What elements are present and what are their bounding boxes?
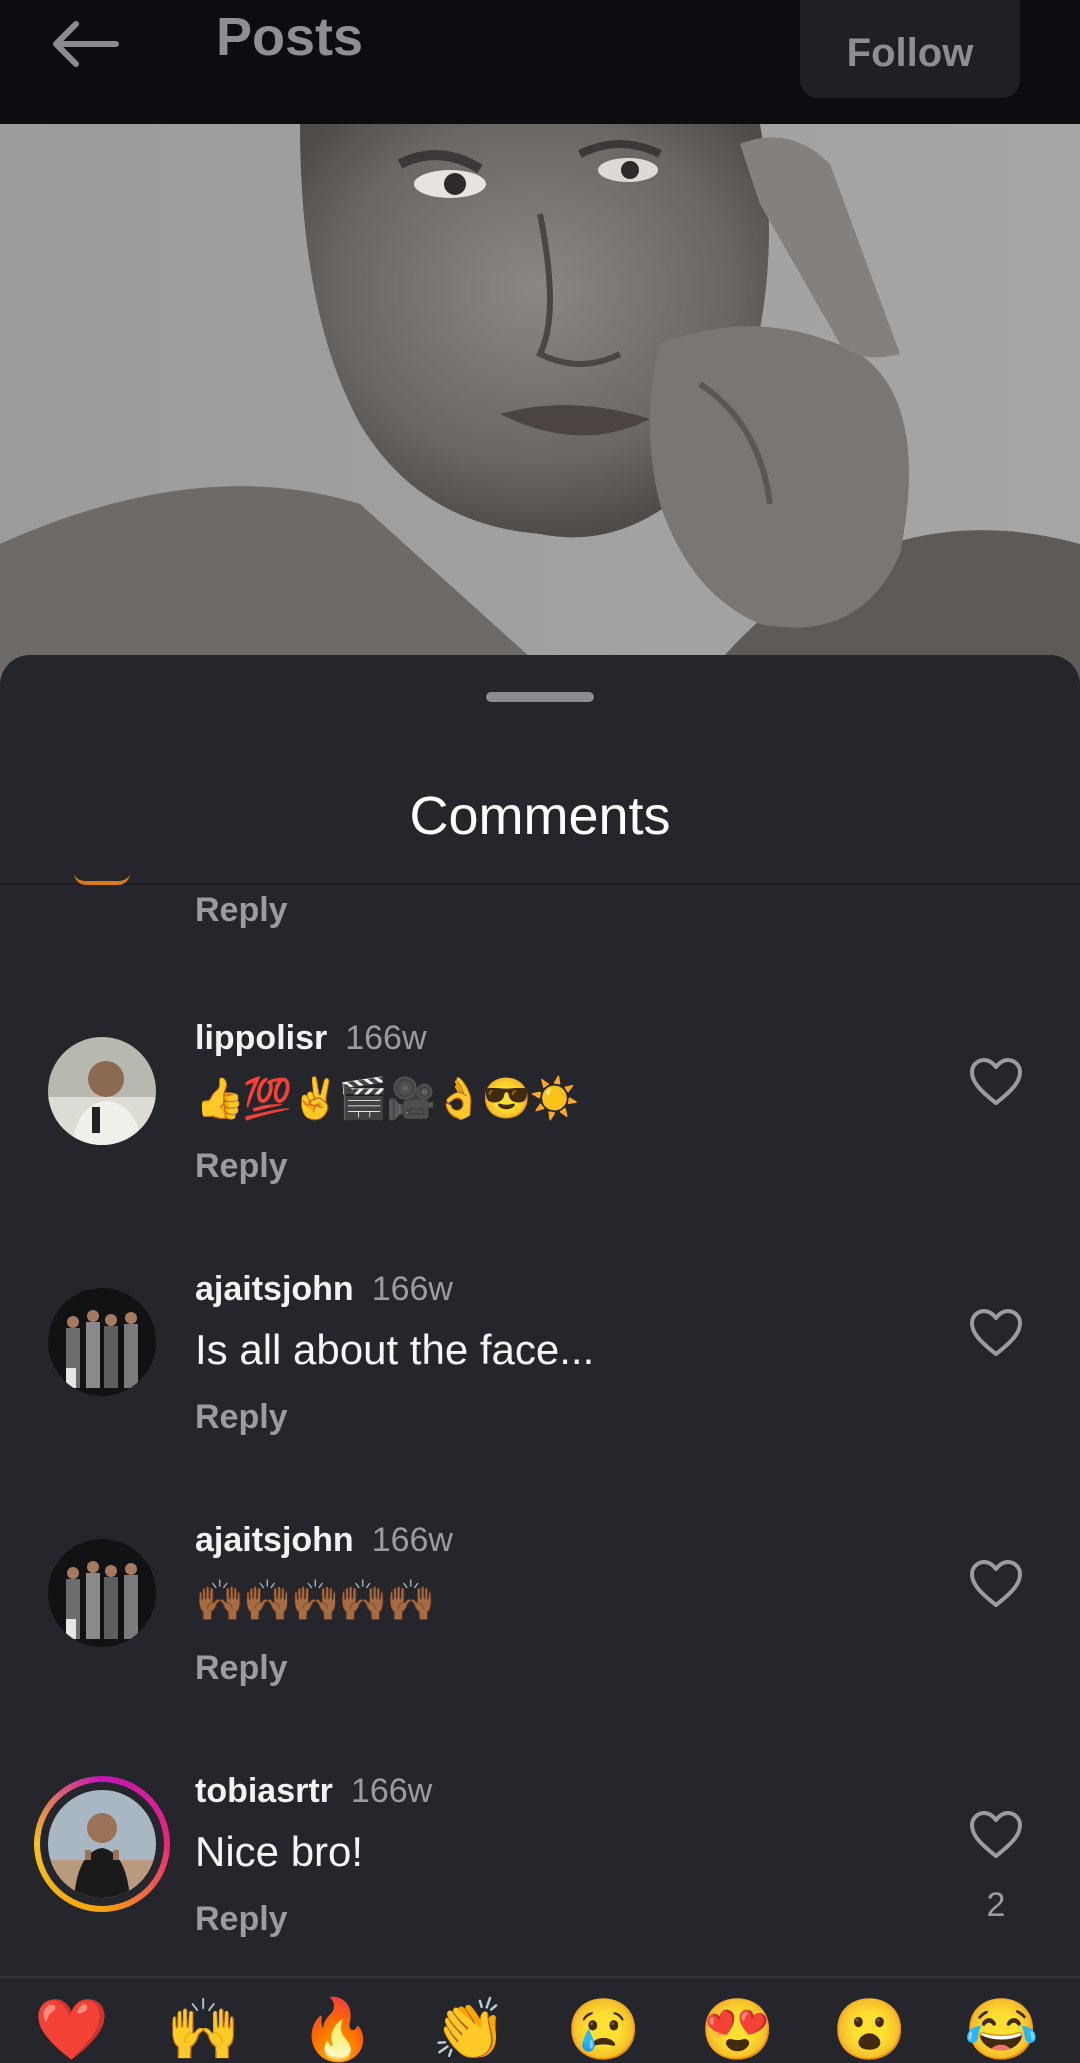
avatar[interactable] bbox=[48, 1037, 156, 1145]
like-button[interactable] bbox=[968, 1057, 1024, 1107]
reaction-fire[interactable]: 🔥 bbox=[300, 2000, 375, 2060]
reply-button[interactable]: Reply bbox=[195, 1398, 288, 1437]
comment-username[interactable]: ajaitsjohn 166w bbox=[195, 1521, 453, 1560]
comment-time: 166w bbox=[371, 1521, 453, 1559]
page-title: Posts bbox=[216, 7, 364, 67]
reply-button[interactable]: Reply bbox=[195, 1900, 288, 1939]
like-count: 2 bbox=[986, 1886, 1006, 1924]
divider bbox=[0, 883, 1080, 885]
reaction-raised-hands[interactable]: 🙌 bbox=[166, 2000, 241, 2060]
comment-username[interactable]: tobiasrtr 166w bbox=[195, 1772, 432, 1811]
like-button[interactable] bbox=[968, 1308, 1024, 1358]
comment-item: ajaitsjohn 166w Is all about the face... … bbox=[0, 1256, 1080, 1486]
heart-outline-icon bbox=[970, 1811, 1022, 1858]
like-button[interactable] bbox=[968, 1559, 1024, 1609]
comment-text: Nice bro! bbox=[195, 1828, 364, 1875]
reaction-laughing[interactable]: 😂 bbox=[964, 2000, 1039, 2060]
story-ring[interactable] bbox=[34, 1776, 170, 1912]
comment-text: 👍💯✌️🎬🎥👌😎☀️ bbox=[195, 1077, 579, 1121]
heart-outline-icon bbox=[970, 1058, 1022, 1105]
comment-item: tobiasrtr 166w Nice bro! Reply 2 bbox=[0, 1758, 1080, 1988]
reaction-surprised[interactable]: 😮 bbox=[832, 2000, 907, 2060]
heart-outline-icon bbox=[970, 1309, 1022, 1356]
reaction-clap[interactable]: 👏 bbox=[432, 2000, 507, 2060]
reply-button[interactable]: Reply bbox=[195, 1147, 288, 1186]
sheet-drag-handle[interactable] bbox=[486, 692, 594, 702]
avatar[interactable] bbox=[48, 1790, 156, 1898]
follow-button[interactable]: Follow bbox=[800, 0, 1020, 98]
reaction-sad[interactable]: 😢 bbox=[566, 2000, 641, 2060]
like-button[interactable] bbox=[968, 1810, 1024, 1860]
avatar[interactable] bbox=[48, 1288, 156, 1396]
quick-reaction-bar: ❤️ 🙌 🔥 👏 😢 😍 😮 😂 bbox=[0, 1976, 1080, 2060]
top-bar: Posts Follow bbox=[0, 0, 1080, 124]
avatar[interactable] bbox=[74, 873, 130, 885]
comment-time: 166w bbox=[345, 1019, 427, 1057]
comment-item: lippolisr 166w 👍💯✌️🎬🎥👌😎☀️ Reply bbox=[0, 1005, 1080, 1235]
reaction-heart-eyes[interactable]: 😍 bbox=[700, 2000, 775, 2060]
reaction-heart[interactable]: ❤️ bbox=[34, 2000, 109, 2060]
back-button[interactable] bbox=[46, 14, 122, 78]
comments-sheet: Comments Reply lippolisr 166w 👍💯✌️🎬🎥👌😎☀️ … bbox=[0, 655, 1080, 2054]
comment-username[interactable]: ajaitsjohn 166w bbox=[195, 1270, 453, 1309]
back-arrow-icon bbox=[53, 21, 119, 67]
reply-button[interactable]: Reply bbox=[195, 891, 288, 930]
post-image[interactable] bbox=[0, 124, 1080, 684]
comment-username[interactable]: lippolisr 166w bbox=[195, 1019, 427, 1058]
comment-time: 166w bbox=[350, 1772, 433, 1810]
comment-item: ajaitsjohn 166w 🙌🏾🙌🏾🙌🏾🙌🏾🙌🏾 Reply bbox=[0, 1507, 1080, 1737]
comment-text: Is all about the face... bbox=[195, 1326, 595, 1373]
comment-time: 166w bbox=[371, 1270, 453, 1308]
comment-text: 🙌🏾🙌🏾🙌🏾🙌🏾🙌🏾 bbox=[195, 1579, 436, 1623]
heart-outline-icon bbox=[970, 1560, 1022, 1607]
avatar[interactable] bbox=[48, 1539, 156, 1647]
reply-button[interactable]: Reply bbox=[195, 1649, 288, 1688]
sheet-title: Comments bbox=[409, 786, 671, 846]
